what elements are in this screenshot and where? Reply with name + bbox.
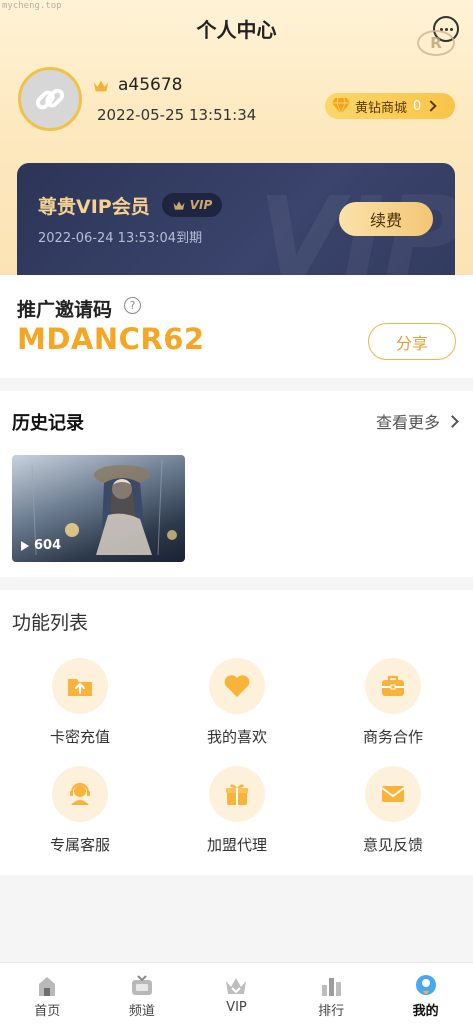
feature-card-feedback[interactable]: 意见反馈	[328, 766, 458, 866]
history-title: 历史记录	[12, 413, 84, 434]
gift-icon	[226, 784, 248, 805]
feature-card-favorites[interactable]: 我的喜欢	[172, 658, 302, 758]
nav-mine[interactable]: 我的	[378, 963, 473, 1024]
feature-label: 专属客服	[49, 836, 110, 854]
view-count-value: 604	[34, 538, 62, 553]
vip-expiry: 2022-06-24 13:53:04到期	[38, 231, 203, 246]
feature-card-recharge[interactable]: 卡密充值	[15, 658, 145, 758]
feature-label: 我的喜欢	[206, 728, 267, 746]
link-icon	[35, 88, 65, 110]
crown-icon	[226, 978, 247, 994]
vip-card: VIP 尊贵VIP会员 VIP 2022-06-24 13:53:04到期 续费	[17, 163, 455, 275]
crown-icon	[173, 200, 185, 210]
nav-channel[interactable]: 频道	[95, 963, 190, 1024]
feature-label: 卡密充值	[49, 728, 110, 746]
nav-label: 频道	[128, 1004, 155, 1019]
play-icon	[21, 540, 29, 551]
bottom-nav: 首页 频道 VIP 排行 我的	[0, 962, 473, 1024]
registration-time: 2022-05-25 13:51:34	[97, 106, 257, 124]
headset-icon	[70, 783, 90, 805]
invite-title: 推广邀请码	[17, 299, 113, 321]
feature-card-agent[interactable]: 加盟代理	[172, 766, 302, 866]
avatar[interactable]	[18, 67, 82, 131]
feature-label: 意见反馈	[362, 836, 423, 854]
heart-icon	[224, 675, 250, 697]
chevron-right-icon	[446, 414, 459, 428]
registered-mark-icon: R	[417, 30, 455, 56]
share-button[interactable]: 分享	[368, 323, 456, 360]
yellow-diamond-mall-button[interactable]: 黄钻商城 0	[325, 93, 455, 119]
chevron-right-icon	[425, 100, 437, 112]
profile-header: mycheng.top 个人中心 R a45678 2022-05-25 13:…	[0, 0, 473, 275]
history-section: 历史记录 查看更多 604	[0, 391, 473, 577]
vip-badge-text: VIP	[189, 198, 213, 212]
feature-icon-bg	[52, 658, 108, 714]
renew-button[interactable]: 续费	[339, 202, 433, 236]
features-title: 功能列表	[12, 612, 89, 634]
mall-label: 黄钻商城	[355, 100, 408, 116]
view-count: 604	[20, 538, 61, 553]
tv-icon	[131, 975, 152, 995]
vip-badge: VIP	[162, 193, 222, 217]
mail-icon	[381, 786, 405, 802]
help-icon[interactable]: ?	[124, 297, 141, 314]
view-more-label: 查看更多	[375, 413, 440, 432]
features-section: 功能列表 卡密充值 我的喜欢 商务合作 专属客服 加盟代理 意见反馈	[0, 590, 473, 875]
feature-label: 加盟代理	[206, 836, 267, 854]
vip-title: 尊贵VIP会员	[38, 196, 150, 218]
ranking-icon	[322, 978, 342, 996]
view-more-link[interactable]: 查看更多	[375, 409, 459, 433]
feature-icon-bg	[365, 658, 421, 714]
feature-card-business[interactable]: 商务合作	[328, 658, 458, 758]
crown-icon	[93, 80, 109, 92]
nav-home[interactable]: 首页	[0, 963, 95, 1024]
feature-card-customer-service[interactable]: 专属客服	[15, 766, 145, 866]
home-icon	[39, 977, 56, 996]
upload-folder-icon	[68, 679, 92, 696]
feature-icon-bg	[365, 766, 421, 822]
feature-icon-bg	[209, 766, 265, 822]
feature-icon-bg	[209, 658, 265, 714]
nav-label: VIP	[226, 1000, 247, 1015]
nav-label: 我的	[412, 1004, 439, 1019]
nav-label: 排行	[318, 1004, 345, 1019]
diamond-icon	[332, 97, 350, 115]
profile-icon	[415, 975, 436, 995]
feature-icon-bg	[52, 766, 108, 822]
username: a45678	[118, 75, 183, 95]
nav-label: 首页	[34, 1004, 61, 1019]
feature-label: 商务合作	[362, 728, 423, 746]
watermark: mycheng.top	[2, 1, 62, 11]
nav-ranking[interactable]: 排行	[284, 963, 379, 1024]
invite-code: MDANCR62	[17, 322, 205, 356]
history-video-thumbnail[interactable]: 604	[12, 455, 185, 562]
briefcase-icon	[382, 675, 404, 696]
mall-count: 0	[413, 98, 422, 114]
nav-vip[interactable]: VIP	[189, 963, 284, 1024]
page-title: 个人中心	[196, 18, 277, 42]
invite-section: 推广邀请码 ? MDANCR62 分享	[0, 275, 473, 378]
